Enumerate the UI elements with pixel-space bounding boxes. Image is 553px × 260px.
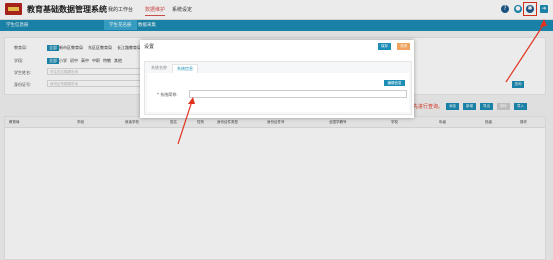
arrow-head-icon [188, 97, 195, 104]
arrow-line [505, 23, 545, 83]
arrow-line [177, 100, 193, 145]
annotation-arrows [177, 19, 547, 145]
arrow-head-icon [540, 19, 547, 27]
